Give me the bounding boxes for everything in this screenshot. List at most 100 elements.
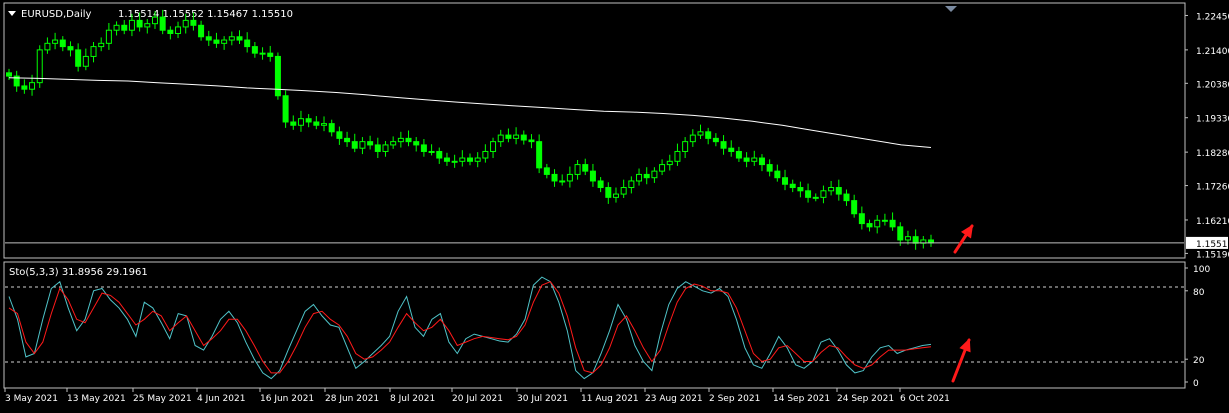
time-tick-label: 11 Aug 2021 (581, 394, 639, 404)
candle (881, 213, 888, 226)
candle (536, 134, 543, 174)
candle-body-bear (528, 139, 535, 143)
price-tick-label: 1.15190 (1196, 250, 1229, 260)
moving-average (8, 77, 932, 148)
shift-marker-icon[interactable] (945, 6, 957, 12)
candle (336, 126, 343, 145)
price-arrow-up (953, 224, 974, 254)
price-tick-label: 1.16210 (1196, 217, 1229, 227)
price-tick-label: 1.21400 (1196, 47, 1229, 57)
candle (651, 167, 658, 183)
candle-body-bear (413, 141, 420, 146)
candle-body-bear (889, 219, 896, 228)
stoch-tick-label: 0 (1193, 379, 1199, 389)
candle-body-bear (897, 226, 904, 241)
candle (758, 154, 765, 172)
candle (420, 139, 427, 157)
candle (213, 32, 220, 48)
candle-body-bear (136, 19, 143, 28)
candle-body-bull (874, 219, 881, 228)
candle-body-bear (59, 39, 66, 48)
candle (589, 163, 596, 187)
candle-body-bear (313, 121, 320, 126)
candle (889, 212, 896, 231)
candle (382, 140, 389, 157)
candle-body-bear (605, 187, 612, 198)
candle (167, 26, 174, 40)
candle (797, 181, 804, 198)
candle-body-bear (344, 137, 351, 143)
candle-body-bear (851, 200, 858, 215)
candle-body-bear (520, 134, 527, 141)
candle (359, 137, 366, 155)
candle-body-bear (443, 157, 450, 162)
candle-body-bear (251, 46, 258, 54)
candle-body-bull (321, 123, 328, 126)
candle (244, 32, 251, 53)
candle-body-bull (666, 160, 673, 166)
candle-body-bull (451, 160, 458, 163)
candle (290, 115, 297, 130)
candle-body-bear (705, 131, 712, 139)
candle (297, 110, 304, 132)
time-tick-label: 3 May 2021 (5, 394, 58, 404)
time-tick-label: 24 Sep 2021 (837, 394, 894, 404)
candle (689, 129, 696, 147)
candle (820, 185, 827, 204)
candle-body-bull (459, 157, 466, 162)
candle-body-bear (843, 193, 850, 202)
candle-body-bull (428, 150, 435, 153)
price-tick-label: 1.17260 (1196, 183, 1229, 193)
candle (228, 31, 235, 46)
candle (520, 130, 527, 145)
candle (866, 219, 873, 232)
price-tick-label: 1.18280 (1196, 149, 1229, 159)
candle (105, 23, 112, 50)
candle-body-bear (282, 95, 289, 123)
time-tick-label: 16 Jun 2021 (260, 394, 314, 404)
candle (282, 90, 289, 128)
candle (559, 174, 566, 186)
candle (198, 20, 205, 41)
candle-body-bull (497, 134, 504, 143)
time-tick-label: 13 May 2021 (67, 394, 126, 404)
candle-body-bull (620, 187, 627, 195)
candle (636, 168, 643, 186)
candle-body-bull (128, 19, 135, 31)
candle (328, 119, 335, 137)
candle (474, 152, 481, 168)
candle-body-bear (858, 213, 865, 225)
candle (858, 206, 865, 230)
candle-body-bear (205, 36, 212, 41)
candle (789, 179, 796, 193)
candle-body-bear (551, 173, 558, 182)
candle (766, 159, 773, 177)
collapse-arrow-icon[interactable] (8, 11, 16, 16)
candle (6, 68, 12, 81)
candle-body-bear (712, 137, 719, 143)
candle (75, 43, 82, 72)
candle-body-bear (244, 39, 251, 48)
price-tick-label: 1.19330 (1196, 115, 1229, 125)
candle-body-bull (566, 173, 573, 182)
candle-body-bear (835, 187, 842, 195)
candle-body-bear (597, 180, 604, 189)
candle (205, 30, 212, 46)
ohlc-label: 1.15514 1.15552 1.15467 1.15510 (118, 9, 293, 20)
candle (144, 19, 151, 34)
candle (605, 182, 612, 204)
candle (497, 129, 504, 147)
candle-body-bear (6, 72, 12, 77)
candle-body-bull (44, 42, 51, 51)
time-tick-label: 23 Aug 2021 (645, 394, 703, 404)
candle (612, 187, 619, 203)
chart-canvas: EURUSD,Daily 1.15514 1.15552 1.15467 1.1… (3, 2, 1229, 404)
candle-body-bear (582, 164, 589, 172)
candle (874, 215, 881, 234)
candle-body-bull (828, 187, 835, 192)
candle-body-bear (720, 141, 727, 149)
time-tick-label: 2 Sep 2021 (709, 394, 760, 404)
candle-body-bull (397, 137, 404, 143)
candle-body-bull (259, 52, 266, 55)
candle (428, 144, 435, 156)
